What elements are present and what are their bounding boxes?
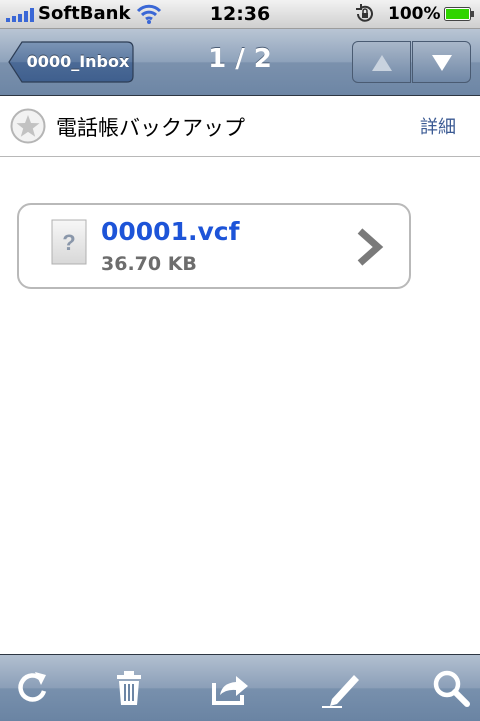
compose-button[interactable] (318, 665, 364, 711)
next-message-button[interactable] (412, 41, 471, 83)
trash-icon (117, 671, 141, 705)
delete-button[interactable] (106, 665, 152, 711)
message-subject: 電話帳バックアップ (56, 116, 245, 140)
forward-button[interactable] (208, 665, 254, 711)
back-button-label: 0000_Inbox (26, 52, 130, 71)
star-icon[interactable] (10, 108, 46, 144)
subject-row: 電話帳バックアップ 詳細 (0, 96, 480, 157)
arrow-up-icon (372, 55, 392, 71)
svg-text:?: ? (62, 230, 75, 255)
navigation-bar: 0000_Inbox 1 / 2 (0, 29, 480, 96)
status-bar: SoftBank 12:36 100% (0, 0, 480, 29)
arrow-down-icon (432, 55, 452, 71)
attachment-size: 36.70 KB (101, 253, 197, 275)
back-button[interactable]: 0000_Inbox (8, 41, 134, 83)
search-button[interactable] (428, 665, 474, 711)
refresh-icon (18, 672, 47, 702)
previous-message-button[interactable] (352, 41, 411, 83)
unknown-file-icon: ? (51, 219, 87, 265)
battery-icon (444, 7, 474, 21)
forward-icon (212, 676, 248, 705)
battery-percent: 100% (388, 4, 441, 24)
details-link[interactable]: 詳細 (420, 113, 456, 139)
rotation-lock-icon (356, 4, 373, 22)
attachment-item[interactable]: ? 00001.vcf 36.70 KB (17, 203, 411, 289)
refresh-button[interactable] (10, 665, 56, 711)
message-navigation-control (352, 41, 472, 83)
message-position: 1 / 2 (208, 44, 272, 74)
search-icon (433, 670, 470, 707)
attachment-filename: 00001.vcf (101, 217, 240, 246)
bottom-toolbar (0, 654, 480, 721)
chevron-right-icon (357, 228, 384, 266)
compose-icon (322, 675, 359, 708)
